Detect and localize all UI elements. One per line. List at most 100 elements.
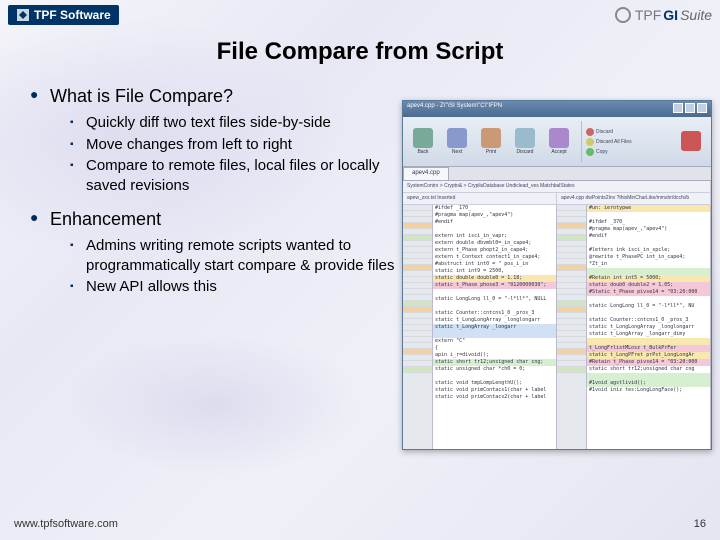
- code-line: [587, 296, 710, 303]
- bullet-2-subs: ▪Admins writing remote scripts wanted to…: [70, 236, 400, 297]
- code-line: #abstruct int int0 = " pos_i_in: [433, 261, 556, 268]
- discard-button[interactable]: Discard: [509, 121, 541, 162]
- code-line: static Counter::cntcns1_0 _pros_3: [587, 317, 710, 324]
- code-line: [587, 268, 710, 275]
- printer-icon: [481, 128, 501, 148]
- code-line: extern int isci_in_vapr;: [433, 233, 556, 240]
- back-button[interactable]: Back: [407, 121, 439, 162]
- maximize-icon[interactable]: [685, 103, 695, 113]
- slide-title: File Compare from Script: [0, 38, 720, 66]
- logo-icon: [16, 8, 30, 22]
- code-line: #endif: [433, 219, 556, 226]
- file-tab[interactable]: apev4.cpp: [403, 167, 449, 180]
- square-bullet-icon: ▪: [70, 156, 86, 195]
- code-line: #Retain int int5 = 5000;: [587, 275, 710, 282]
- accept-icon: [549, 128, 569, 148]
- bullet-2-heading: Enhancement: [50, 209, 161, 230]
- list-item: ▪Quickly diff two text files side-by-sid…: [70, 113, 400, 133]
- left-pane[interactable]: #ifdef _170_#pragma map(apev_,"apev4")#e…: [433, 205, 557, 449]
- code-line: #ifdef _370_: [587, 219, 710, 226]
- logo-suite: Suite: [680, 7, 712, 23]
- code-line: #Retain t_Phase pivse14 = "03:20:000: [587, 359, 710, 366]
- page-number: 16: [694, 518, 706, 530]
- list-item: ▪New API allows this: [70, 277, 400, 297]
- list-item: ▪Admins writing remote scripts wanted to…: [70, 236, 400, 275]
- compare-app-screenshot: apev4.cpp - Z\"\SI System\"C\"IFPN Back …: [402, 100, 712, 450]
- code-line: [587, 338, 710, 345]
- code-line: static LongLong ll_0 = "-l*ll*", NULL: [433, 296, 556, 303]
- list-item: ▪Move changes from left to right: [70, 135, 400, 155]
- code-line: #ifdef _170_: [433, 205, 556, 212]
- right-pane[interactable]: #un: ierotypwe #ifdef _370_#pragma map(ap…: [587, 205, 711, 449]
- bullet-1-heading: What is File Compare?: [50, 86, 233, 107]
- window-title: apev4.cpp - Z\"\SI System\"C\"IFPN: [407, 103, 502, 115]
- code-line: static void primContacs2(char + label: [433, 394, 556, 401]
- diff-body: #ifdef _170_ #pragma map(apev_,"apev4") #e…: [403, 205, 711, 449]
- list-item: ▪Compare to remote files, local files or…: [70, 156, 400, 195]
- discard-option[interactable]: Discard: [586, 128, 632, 136]
- code-line: [433, 303, 556, 310]
- product-logo-right: TPFGI Suite: [615, 7, 712, 23]
- bullet-1-subs: ▪Quickly diff two text files side-by-sid…: [70, 113, 400, 195]
- code-line: static int int9 = 2500,: [433, 268, 556, 275]
- window-buttons: [673, 103, 707, 115]
- discard-all-option[interactable]: Discard All Files: [586, 138, 632, 146]
- code-line: static double double0 = 1.18;: [433, 275, 556, 282]
- code-line: extern t_Context contect1_in_cape4;: [433, 254, 556, 261]
- code-line: static void tmpLompLengthU();: [433, 380, 556, 387]
- code-line: #1void iniz tes:LongLongFace();: [587, 387, 710, 394]
- logo-text: TPF Software: [34, 8, 111, 22]
- status-bar: Line: 109 28:33 1176 69% *: [403, 449, 711, 450]
- green-dot-icon: [586, 148, 594, 156]
- red-dot-icon: [586, 128, 594, 136]
- arrow-left-icon: [413, 128, 433, 148]
- path-left: apew_zxx.txt Inserted: [403, 193, 557, 204]
- code-line: [587, 212, 710, 219]
- code-line: {: [433, 345, 556, 352]
- path-bar: apew_zxx.txt Inserted apev4.cpp dwPoints…: [403, 193, 711, 205]
- code-line: [587, 310, 710, 317]
- code-line: [433, 373, 556, 380]
- minimize-icon[interactable]: [673, 103, 683, 113]
- copy-option[interactable]: Copy: [586, 148, 632, 156]
- footer-url: www.tpfsoftware.com: [14, 518, 118, 530]
- square-bullet-icon: ▪: [70, 113, 86, 133]
- close-icon[interactable]: [697, 103, 707, 113]
- x-icon: [681, 131, 701, 151]
- code-line: extern double dbvmbl0=_in_cape4;: [433, 240, 556, 247]
- code-line: static t_LongArray _longarr_dimy: [587, 331, 710, 338]
- code-line: [587, 240, 710, 247]
- code-line: [587, 373, 710, 380]
- code-line: #pragma map(apev_,"apev4"): [587, 226, 710, 233]
- print-button[interactable]: Print: [475, 121, 507, 162]
- right-gutter: [557, 205, 587, 449]
- code-line: @rewrite t_PhasePC int_in_cape4;: [587, 254, 710, 261]
- close-button[interactable]: [675, 121, 707, 162]
- square-bullet-icon: ▪: [70, 135, 86, 155]
- swoosh-icon: [615, 7, 631, 23]
- bullet-1: ● What is File Compare?: [30, 86, 400, 107]
- code-line: static short tr12;unsigned char cng;: [433, 359, 556, 366]
- slide-footer: www.tpfsoftware.com 16: [14, 518, 706, 530]
- code-line: static Counter::cntcns1_0 _pros_3: [433, 310, 556, 317]
- breadcrumb-bar: SystemContrx > Crypto& > CryplisDatabase…: [403, 181, 711, 193]
- discard-icon: [515, 128, 535, 148]
- code-line: #letters ink isci_in_spcle;: [587, 247, 710, 254]
- accept-button[interactable]: Accept: [543, 121, 575, 162]
- code-line: static t_LongLongArray _longlongarr: [587, 324, 710, 331]
- bullet-2: ● Enhancement: [30, 209, 400, 230]
- next-button[interactable]: Next: [441, 121, 473, 162]
- code-line: #un: ierotypwe: [587, 205, 710, 212]
- code-line: static t_LongPFret prPst_LongLongAr: [587, 352, 710, 359]
- arrow-right-icon: [447, 128, 467, 148]
- bullet-dot-icon: ●: [30, 209, 50, 230]
- tab-bar: apev4.cpp: [403, 167, 711, 181]
- breadcrumb-text: SystemContrx > Crypto& > CryplisDatabase…: [403, 181, 711, 192]
- slide-header: TPF Software TPFGI Suite: [0, 0, 720, 30]
- square-bullet-icon: ▪: [70, 277, 86, 297]
- logo-gi: GI: [663, 7, 678, 23]
- logo-tpf: TPF: [635, 7, 661, 23]
- text-column: ● What is File Compare? ▪Quickly diff tw…: [30, 86, 400, 311]
- code-line: #Static t_Phase pivse14 = "03:20:000: [587, 289, 710, 296]
- path-right: apev4.cpp dwPoints2Inv ?thisMinCharLike/…: [557, 193, 711, 204]
